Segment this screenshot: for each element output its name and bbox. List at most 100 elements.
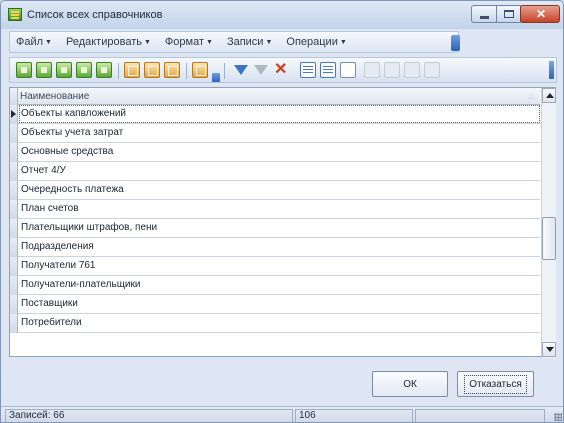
grid-header: Наименование △	[10, 88, 540, 105]
menu-records[interactable]: Записи ▼	[227, 36, 272, 48]
scroll-thumb[interactable]	[542, 217, 556, 260]
document-icon[interactable]	[340, 62, 356, 78]
ok-button[interactable]: ОК	[372, 371, 448, 397]
header-row-indicator	[10, 88, 18, 105]
minimize-button[interactable]	[471, 5, 497, 23]
menu-overflow-icon[interactable]	[451, 35, 460, 51]
cell-name: Поставщики	[21, 298, 78, 309]
filter-off-icon[interactable]	[254, 65, 268, 75]
toolbar-overflow-icon[interactable]	[212, 73, 220, 82]
cell-name: Основные средства	[21, 146, 114, 157]
table-view-icon[interactable]	[320, 62, 336, 78]
table-row[interactable]: Потребители	[10, 314, 540, 333]
disabled-action-icon	[364, 62, 380, 78]
dropdown-arrow-icon: ▼	[339, 39, 347, 46]
sort-icon: △	[528, 91, 535, 100]
toolbar-separator	[224, 63, 225, 79]
row-indicator	[10, 105, 18, 124]
menu-format[interactable]: Формат ▼	[165, 36, 213, 48]
menu-edit-label: Редактировать	[65, 36, 142, 48]
disabled-action-icon	[404, 62, 420, 78]
menu-file-label: Файл	[16, 36, 44, 48]
cancel-button-label: Отказаться	[464, 374, 527, 394]
table-icon	[8, 8, 22, 21]
row-indicator	[10, 124, 18, 143]
column-header-name[interactable]: Наименование	[20, 91, 89, 102]
cell-name: План счетов	[21, 203, 79, 214]
cell-name: Потребители	[21, 317, 82, 328]
close-button[interactable]: ✕	[520, 5, 560, 23]
table-row[interactable]: Объекты учета затрат	[10, 124, 540, 143]
disabled-action-icon	[424, 62, 440, 78]
cell-name: Плательщики штрафов, пени	[21, 222, 158, 233]
cell-name: Объекты капвложений	[21, 108, 127, 119]
dropdown-arrow-icon: ▼	[206, 39, 213, 46]
table-row[interactable]: Отчет 4/У	[10, 162, 540, 181]
minimize-icon	[480, 16, 489, 19]
next-record-icon[interactable]	[76, 62, 92, 78]
copy-record-icon[interactable]	[144, 62, 160, 78]
maximize-button[interactable]	[496, 5, 521, 23]
table-row[interactable]: Подразделения	[10, 238, 540, 257]
scroll-down-icon[interactable]	[542, 342, 556, 357]
table-row[interactable]: Получатели-плательщики	[10, 276, 540, 295]
columns-icon[interactable]	[300, 62, 316, 78]
row-indicator	[10, 200, 18, 219]
delete-record-icon[interactable]	[164, 62, 180, 78]
dictionary-grid: Наименование △ Объекты капвложений Объек…	[9, 87, 556, 358]
window-title: Список всех справочников	[27, 9, 163, 21]
prev-page-icon[interactable]	[36, 62, 52, 78]
row-indicator	[10, 257, 18, 276]
menu-operations-label: Операции	[286, 36, 338, 48]
resize-grip-icon[interactable]	[554, 413, 562, 421]
cell-name: Получатели 761	[21, 260, 96, 271]
menu-file[interactable]: Файл ▼	[16, 36, 52, 48]
first-record-icon[interactable]	[16, 62, 32, 78]
cell-name: Получатели-плательщики	[21, 279, 141, 290]
row-indicator	[10, 162, 18, 181]
cell-name: Отчет 4/У	[21, 165, 66, 176]
current-row-icon	[11, 110, 16, 118]
insert-record-icon[interactable]	[124, 62, 140, 78]
table-row[interactable]: Получатели 761	[10, 257, 540, 276]
menu-operations[interactable]: Операции ▼	[286, 36, 346, 48]
status-position: 106	[295, 409, 413, 422]
last-record-icon[interactable]	[96, 62, 112, 78]
vertical-scrollbar[interactable]	[541, 88, 556, 358]
menu-format-label: Формат	[164, 36, 204, 48]
filter-icon[interactable]	[234, 65, 248, 75]
toolbar-grip-icon[interactable]	[549, 61, 554, 79]
title-bar[interactable]: Список всех справочников ✕	[1, 1, 563, 29]
cell-name: Объекты учета затрат	[21, 127, 124, 138]
table-row[interactable]: План счетов	[10, 200, 540, 219]
toolbar-separator	[186, 63, 187, 79]
table-row[interactable]: Основные средства	[10, 143, 540, 162]
dictionary-list-window: Список всех справочников ✕ Файл ▼ Редакти…	[0, 0, 564, 423]
prev-record-icon[interactable]	[56, 62, 72, 78]
table-row[interactable]: Очередность платежа	[10, 181, 540, 200]
maximize-icon	[504, 10, 514, 18]
row-indicator	[10, 314, 18, 333]
menu-bar: Файл ▼ Редактировать ▼ Формат ▼ Записи ▼ Опе…	[9, 31, 460, 53]
row-indicator	[10, 276, 18, 295]
scroll-up-icon[interactable]	[542, 88, 556, 103]
table-row[interactable]: Поставщики	[10, 295, 540, 314]
toolbar: ✕	[9, 57, 557, 83]
status-extra	[415, 409, 545, 422]
table-row[interactable]: Объекты капвложений	[10, 105, 540, 124]
toolbar-separator	[118, 63, 119, 79]
row-indicator	[10, 181, 18, 200]
menu-records-label: Записи	[226, 36, 264, 48]
grid-rows: Объекты капвложений Объекты учета затрат…	[10, 105, 540, 358]
menu-edit[interactable]: Редактировать ▼	[66, 36, 151, 48]
clear-filter-icon[interactable]: ✕	[274, 62, 287, 78]
dropdown-arrow-icon: ▼	[265, 39, 273, 46]
status-record-count: Записей: 66	[5, 409, 293, 422]
cell-name: Подразделения	[21, 241, 94, 252]
cancel-button[interactable]: Отказаться	[457, 371, 534, 397]
status-bar: Записей: 66 106	[1, 406, 563, 422]
dropdown-arrow-icon: ▼	[143, 39, 151, 46]
row-indicator	[10, 238, 18, 257]
refresh-icon[interactable]	[192, 62, 208, 78]
table-row[interactable]: Плательщики штрафов, пени	[10, 219, 540, 238]
